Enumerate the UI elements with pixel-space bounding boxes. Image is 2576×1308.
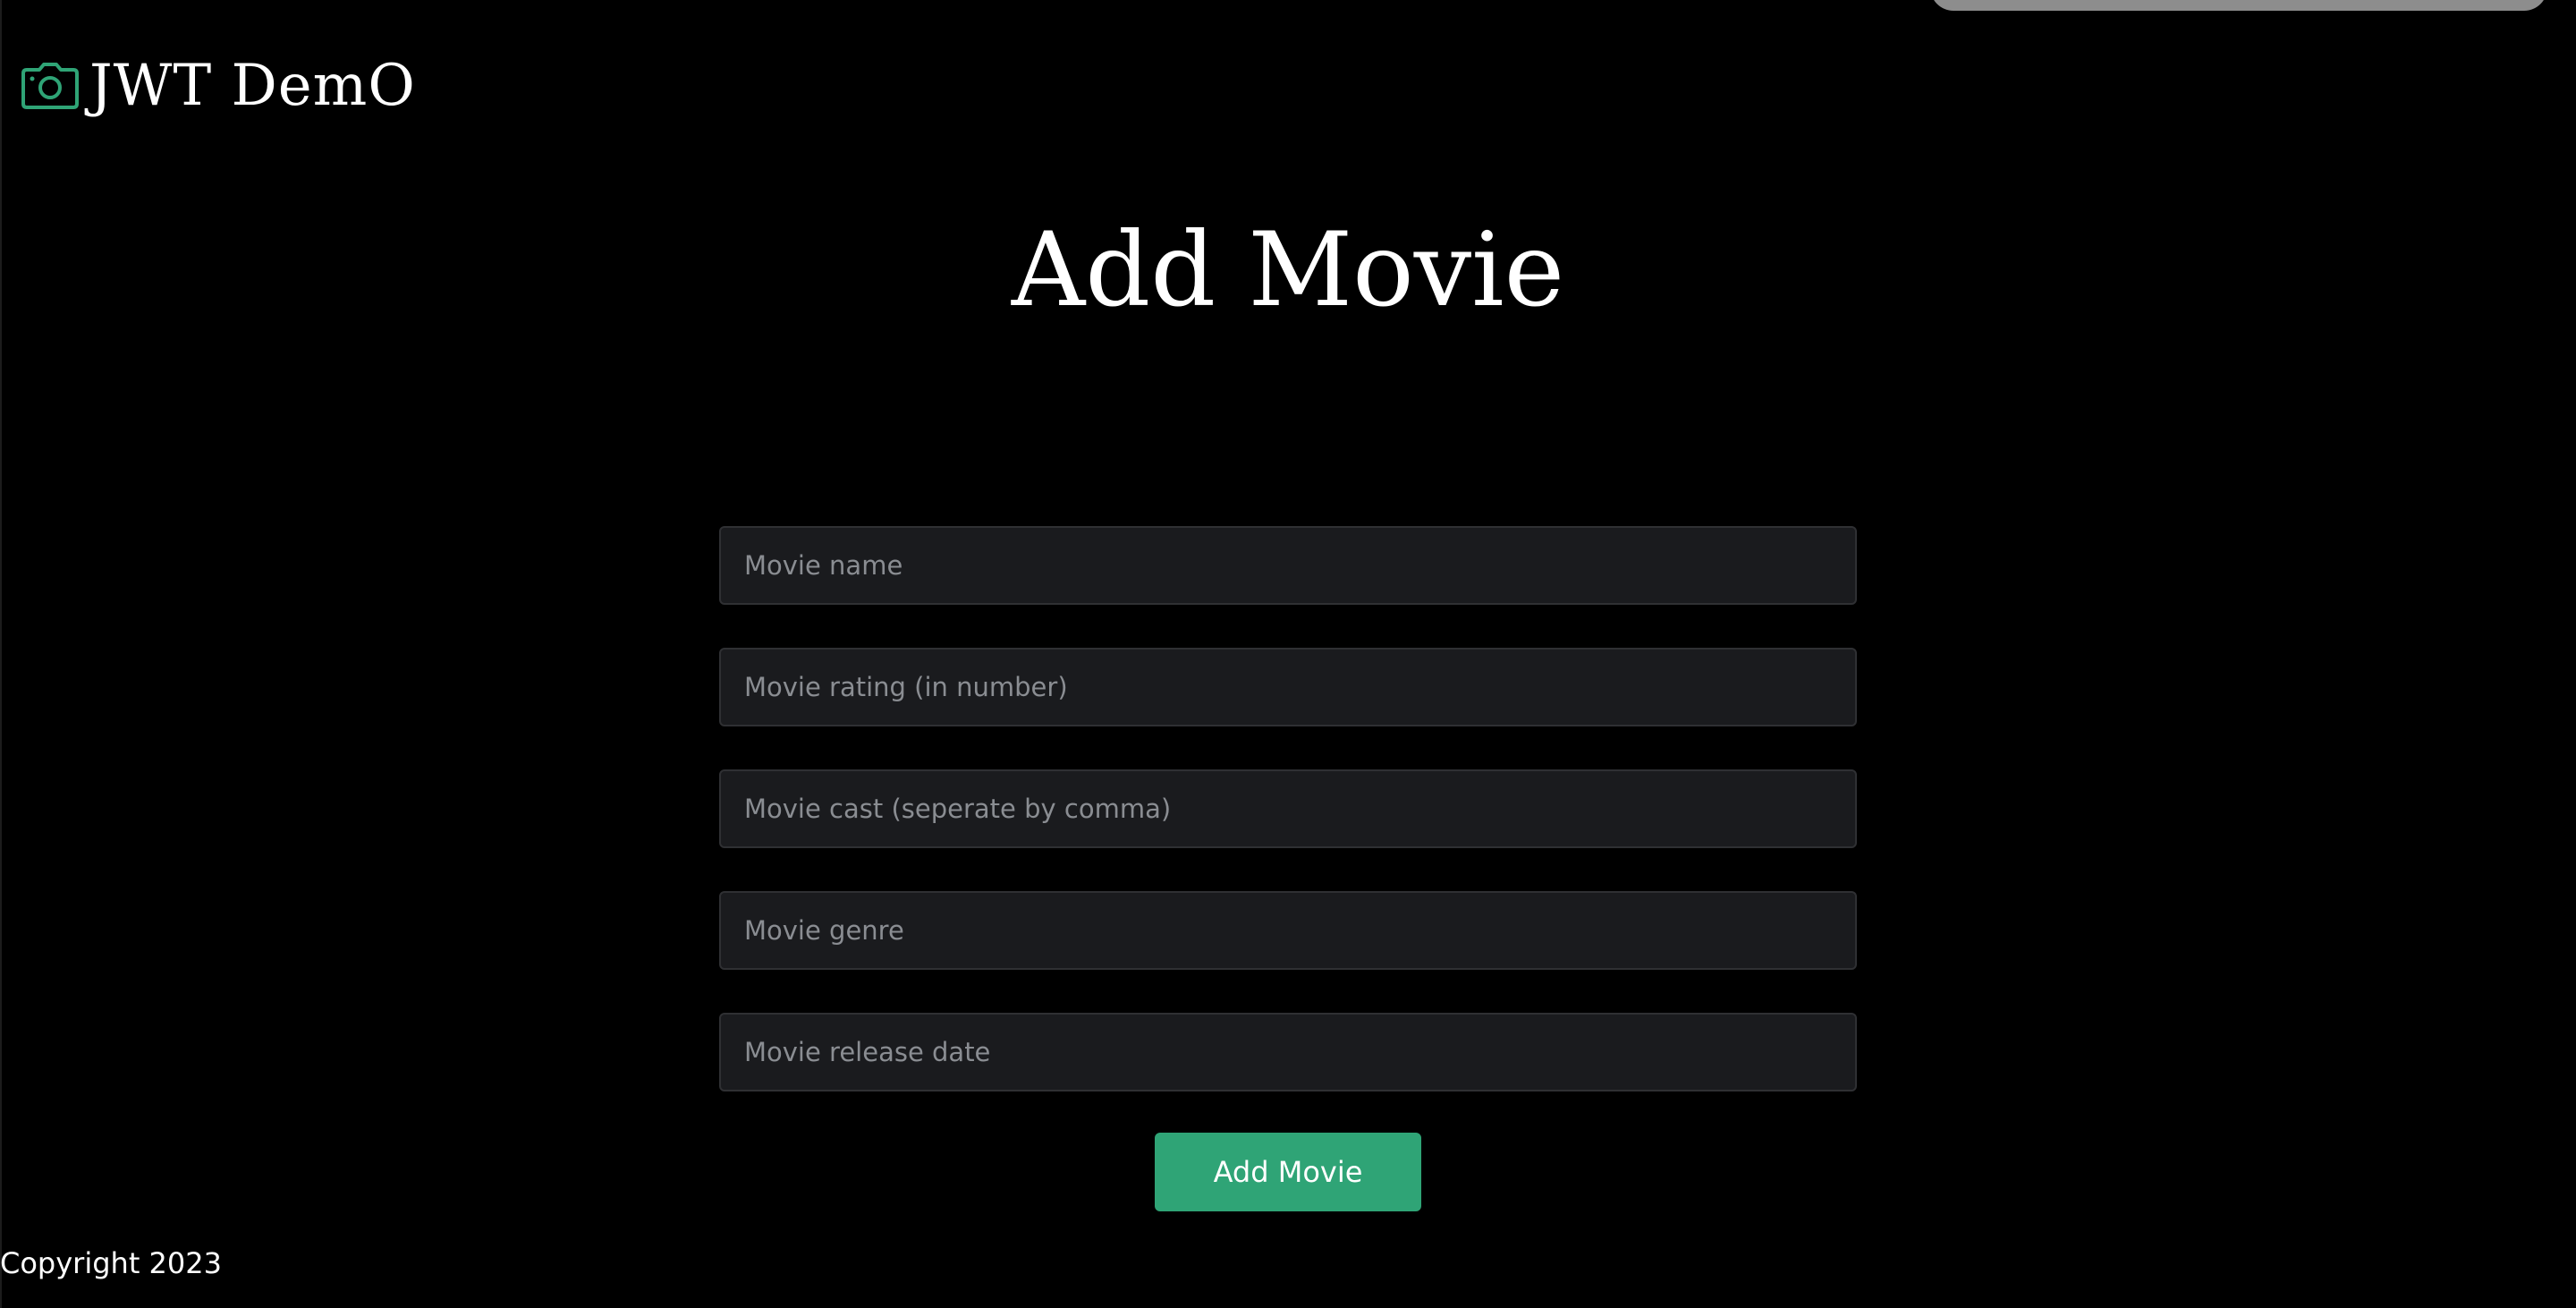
copyright-footer: Copyright 2023 (0, 1246, 222, 1280)
page-left-border (0, 0, 2, 1308)
top-search-bar[interactable] (1930, 0, 2547, 11)
movie-cast-input[interactable] (719, 769, 1857, 848)
movie-genre-input[interactable] (719, 891, 1857, 970)
movie-release-date-input[interactable] (719, 1013, 1857, 1091)
movie-name-input[interactable] (719, 526, 1857, 605)
submit-row: Add Movie (719, 1133, 1857, 1211)
brand-link[interactable]: JWT DemO (20, 50, 416, 122)
add-movie-button[interactable]: Add Movie (1155, 1133, 1421, 1211)
page-title: Add Movie (1011, 210, 1565, 329)
camera-icon (20, 61, 80, 111)
brand-title: JWT DemO (89, 53, 416, 119)
movie-rating-input[interactable] (719, 648, 1857, 726)
add-movie-form: Add Movie (719, 526, 1857, 1211)
